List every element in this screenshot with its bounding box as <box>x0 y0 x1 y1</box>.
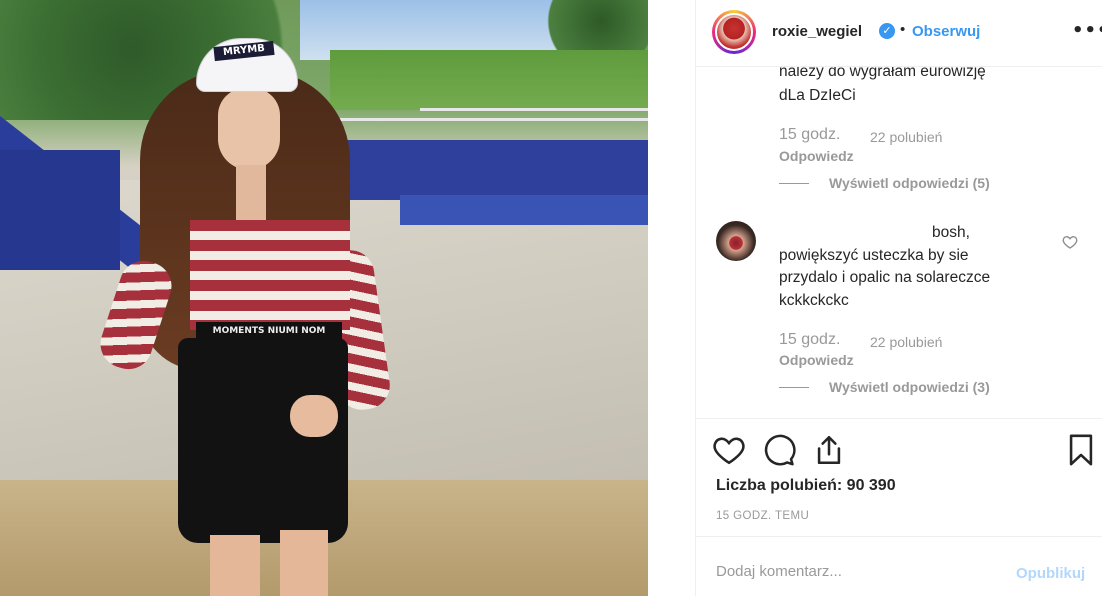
publish-button[interactable]: Opublikuj <box>1016 565 1085 582</box>
comment-text-line: kckkckckc <box>779 292 849 309</box>
photo-railing <box>330 118 648 121</box>
post-photo[interactable]: MRYMB MOMENTS NIUMI NOM <box>0 0 648 596</box>
comment-likes[interactable]: 22 polubień <box>870 334 942 350</box>
more-options-icon[interactable]: ••• <box>1072 20 1102 41</box>
comment-like-heart-icon[interactable] <box>1062 234 1078 250</box>
photo-railing-upper <box>420 108 648 111</box>
post-timestamp[interactable]: 15 GODZ. TEMU <box>716 510 809 522</box>
person-shorts <box>178 338 348 543</box>
photo-pool-wall-lower <box>400 195 648 225</box>
comment-text-line: przydalo i opalic na solareczce <box>779 269 991 286</box>
author-avatar[interactable] <box>712 10 756 54</box>
comments-list[interactable]: należy do wygrałam eurowizję dLa DzIeCi … <box>696 66 1102 418</box>
author-avatar-image <box>715 13 753 51</box>
person-leg-right <box>280 530 328 596</box>
person-hand <box>290 395 338 437</box>
replies-divider <box>779 387 809 388</box>
author-username[interactable]: roxie_wegiel <box>772 23 862 40</box>
view-replies-button[interactable]: Wyświetl odpowiedzi (5) <box>829 175 990 191</box>
waistband-text: MOMENTS NIUMI NOM <box>196 322 342 340</box>
photo-slide-base <box>0 150 120 270</box>
verified-badge-icon: ✓ <box>879 23 895 39</box>
person-neck <box>236 165 266 225</box>
person-leg-left <box>210 535 260 596</box>
photo-pool-wall <box>340 140 648 200</box>
likes-count[interactable]: Liczba polubień: 90 390 <box>716 477 896 495</box>
commenter-avatar[interactable] <box>716 221 756 261</box>
comment-text-line: powiększyć usteczka by sie <box>779 247 969 264</box>
heart-icon[interactable] <box>712 433 746 467</box>
follow-button[interactable]: Obserwuj <box>912 23 980 40</box>
add-comment-bar: Opublikuj <box>696 536 1102 597</box>
person-striped-top <box>190 220 350 330</box>
person-face <box>218 88 280 170</box>
post-side-panel: roxie_wegiel ✓ • Obserwuj ••• należy do … <box>695 0 1102 596</box>
comment-icon[interactable] <box>762 433 796 467</box>
photo-grass <box>330 50 648 110</box>
comment-likes[interactable]: 22 polubień <box>870 129 942 145</box>
comment-input[interactable] <box>716 563 996 580</box>
reply-button[interactable]: Odpowiedz <box>779 148 854 164</box>
bookmark-icon[interactable] <box>1064 433 1098 467</box>
post-actions: Liczba polubień: 90 390 15 GODZ. TEMU <box>696 418 1102 531</box>
view-replies-button[interactable]: Wyświetl odpowiedzi (3) <box>829 379 990 395</box>
reply-button[interactable]: Odpowiedz <box>779 352 854 368</box>
post-header: roxie_wegiel ✓ • Obserwuj ••• <box>696 0 1102 67</box>
comment-time[interactable]: 15 godz. <box>779 126 840 144</box>
share-icon[interactable] <box>812 433 846 467</box>
header-separator: • <box>900 21 906 38</box>
replies-divider <box>779 183 809 184</box>
comment-text-line: należy do wygrałam eurowizję <box>779 66 986 80</box>
comment-text-line: dLa DzIeCi <box>779 87 856 104</box>
comment-time[interactable]: 15 godz. <box>779 331 840 349</box>
comment-text-line: bosh, <box>932 224 970 241</box>
